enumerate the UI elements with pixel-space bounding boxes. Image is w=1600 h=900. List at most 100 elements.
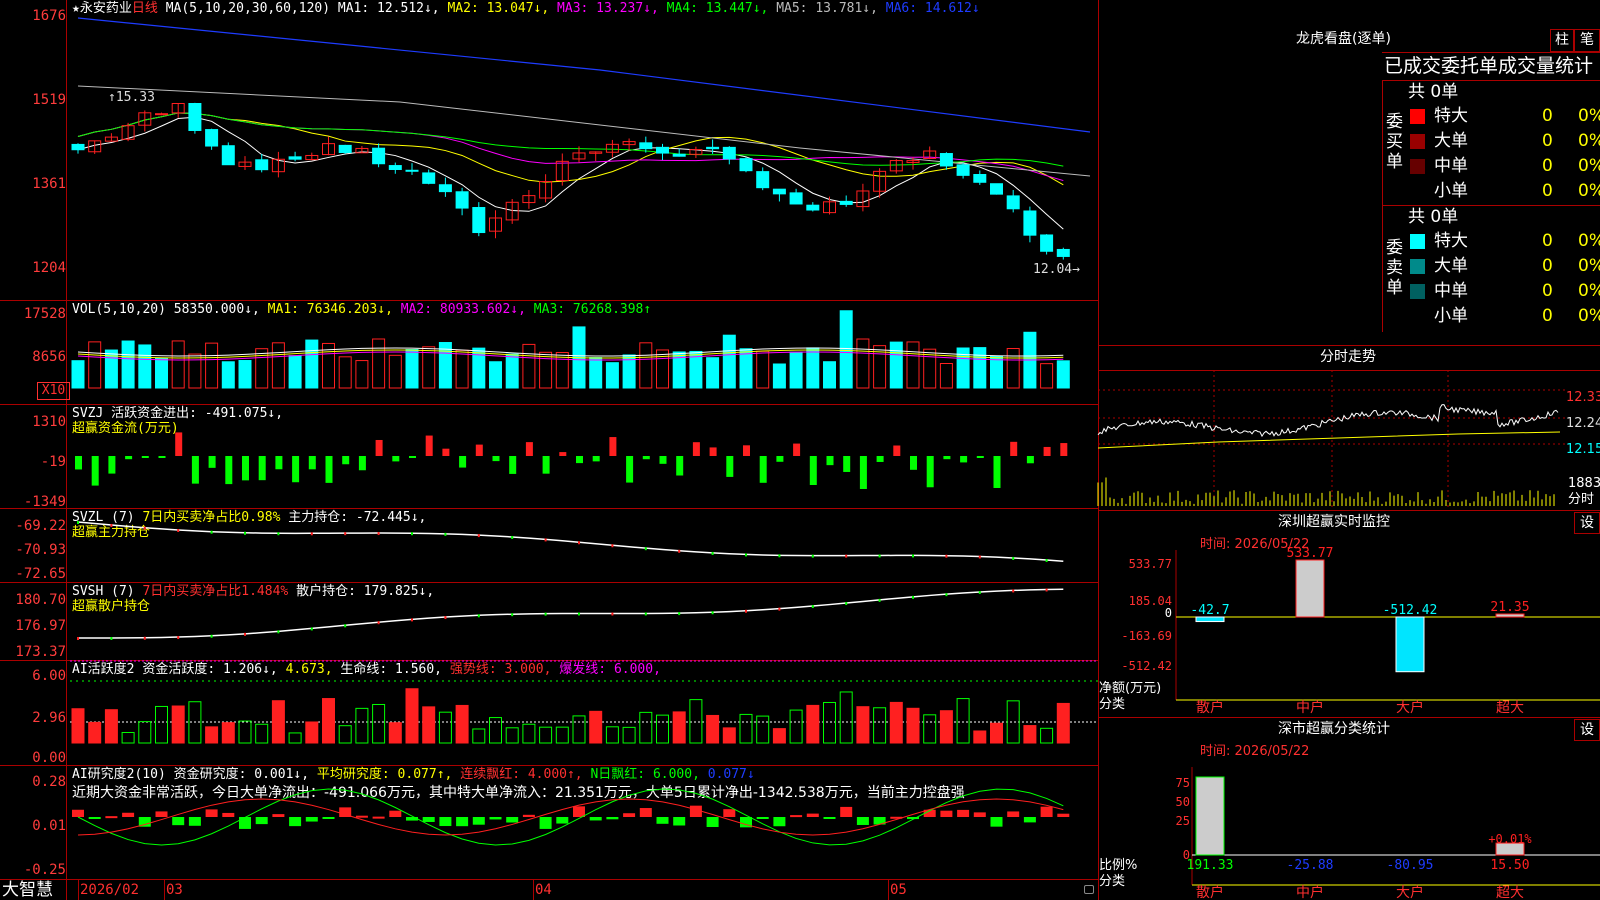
divider <box>1382 205 1600 206</box>
svzj-bar <box>676 456 684 476</box>
sell-row-val: 0 <box>1542 256 1553 276</box>
activity-bar <box>338 725 352 744</box>
research-bar <box>255 817 268 825</box>
volume-bar <box>539 351 553 389</box>
activity-bar <box>71 708 85 744</box>
research-bar <box>823 817 836 819</box>
svzl-line-tick <box>544 538 547 542</box>
svzl-line-chart[interactable] <box>0 508 1098 582</box>
svzl-line-tick <box>110 523 113 527</box>
svsh-line-tick <box>912 595 914 599</box>
volume-bar <box>138 344 152 389</box>
research-bar <box>522 814 535 817</box>
classify-annotation: +0.01% <box>1488 832 1532 846</box>
activity-bar <box>823 701 836 744</box>
volume-bar <box>906 341 920 389</box>
candle-body <box>188 103 202 131</box>
brand-logo[interactable]: 大智慧 <box>2 881 53 900</box>
svzj-bar <box>592 456 600 462</box>
candle-body <box>221 145 235 166</box>
ma6-line <box>77 17 1091 133</box>
intraday-axis-label: 12.15 <box>1566 442 1600 457</box>
svzj-bar <box>275 456 283 470</box>
buy-row-name: 中单 <box>1434 156 1468 176</box>
activity-bar <box>88 721 102 744</box>
sell-row-name: 小单 <box>1434 306 1468 326</box>
date-tick <box>78 880 79 900</box>
svzj-bar-chart[interactable] <box>0 404 1098 508</box>
svzj-bar <box>91 456 99 486</box>
research-bar <box>489 817 502 820</box>
volume-bar <box>88 341 102 389</box>
candle-body <box>422 172 436 184</box>
classify-category-label: 大户 <box>1396 884 1424 900</box>
svzj-bar <box>910 456 917 470</box>
svzj-bar <box>743 445 750 456</box>
activity-bar <box>572 715 586 744</box>
activity-bar <box>104 709 118 744</box>
volume-bar <box>121 340 135 389</box>
sell-row-pct: 0% <box>1578 281 1600 301</box>
research-bar <box>289 817 302 827</box>
activity-bar <box>622 726 636 744</box>
volume-bar <box>589 357 603 389</box>
research-bar <box>155 811 168 817</box>
classify-bar-chart[interactable]: 7550250191.33散户-25.88中户-80.95大户15.50超大+0… <box>1098 717 1600 900</box>
sell-row-val: 0 <box>1542 306 1553 326</box>
volume-bar <box>739 348 753 389</box>
activity-bar <box>856 706 870 744</box>
monitor-category-label: 大户 <box>1396 699 1424 716</box>
svzl-line-tick <box>411 532 413 536</box>
monitor-value-label: 21.35 <box>1490 600 1529 615</box>
volume-bar <box>288 355 302 389</box>
candle-body <box>939 153 953 167</box>
volume-bar <box>305 339 319 389</box>
volume-chart[interactable] <box>0 300 1098 404</box>
tab-tick-view[interactable]: 笔 <box>1574 29 1600 52</box>
candle-body <box>338 144 352 153</box>
volume-bar <box>1006 348 1020 389</box>
activity-bar <box>405 688 419 744</box>
svzj-bar <box>459 456 467 468</box>
sell-color-swatch <box>1410 234 1425 249</box>
svsh-line-chart[interactable] <box>0 582 1098 660</box>
svzj-bar <box>726 456 734 477</box>
svzj-bar <box>1043 446 1051 456</box>
ai-research-chart[interactable] <box>0 765 1098 879</box>
svzj-bar <box>308 456 316 470</box>
volume-bar <box>823 361 836 389</box>
research-bar <box>205 809 218 817</box>
activity-bar <box>1056 702 1070 744</box>
date-tick <box>164 880 165 900</box>
activity-bar <box>271 700 285 744</box>
volume-bar <box>806 347 820 389</box>
tab-bar-view[interactable]: 柱 <box>1550 29 1574 52</box>
research-bar <box>322 817 335 819</box>
classify-category-label: 超大 <box>1496 885 1524 900</box>
activity-bar <box>205 726 219 744</box>
lock-icon[interactable] <box>1084 885 1094 894</box>
sell-row-name: 特大 <box>1434 231 1468 251</box>
sell-color-swatch <box>1410 259 1425 274</box>
volume-bar <box>505 353 519 389</box>
monitor-bar <box>1295 559 1325 618</box>
classify-axis-label: 75 <box>1176 776 1190 790</box>
svsh-line-tick <box>878 598 881 602</box>
intraday-chart[interactable] <box>1097 370 1566 508</box>
ai-activity-chart[interactable] <box>0 660 1098 765</box>
research-bar <box>372 816 385 819</box>
svsh-line <box>77 588 1064 639</box>
activity-bar <box>322 698 335 744</box>
candle-body <box>1006 195 1020 210</box>
candle-body <box>438 184 452 193</box>
svsh-line-tick <box>244 632 246 636</box>
volume-bar <box>271 342 285 389</box>
sell-row-pct: 0% <box>1578 306 1600 326</box>
svzj-bar <box>475 444 483 456</box>
svzj-bar <box>793 443 801 456</box>
monitor-bar-chart[interactable]: 533.77185.040-163.69-512.42-42.7散户533.77… <box>1098 510 1600 716</box>
volume-bar <box>656 349 669 389</box>
candlestick-chart[interactable] <box>0 0 1098 300</box>
activity-bar <box>288 732 302 744</box>
candle-body <box>288 156 302 160</box>
